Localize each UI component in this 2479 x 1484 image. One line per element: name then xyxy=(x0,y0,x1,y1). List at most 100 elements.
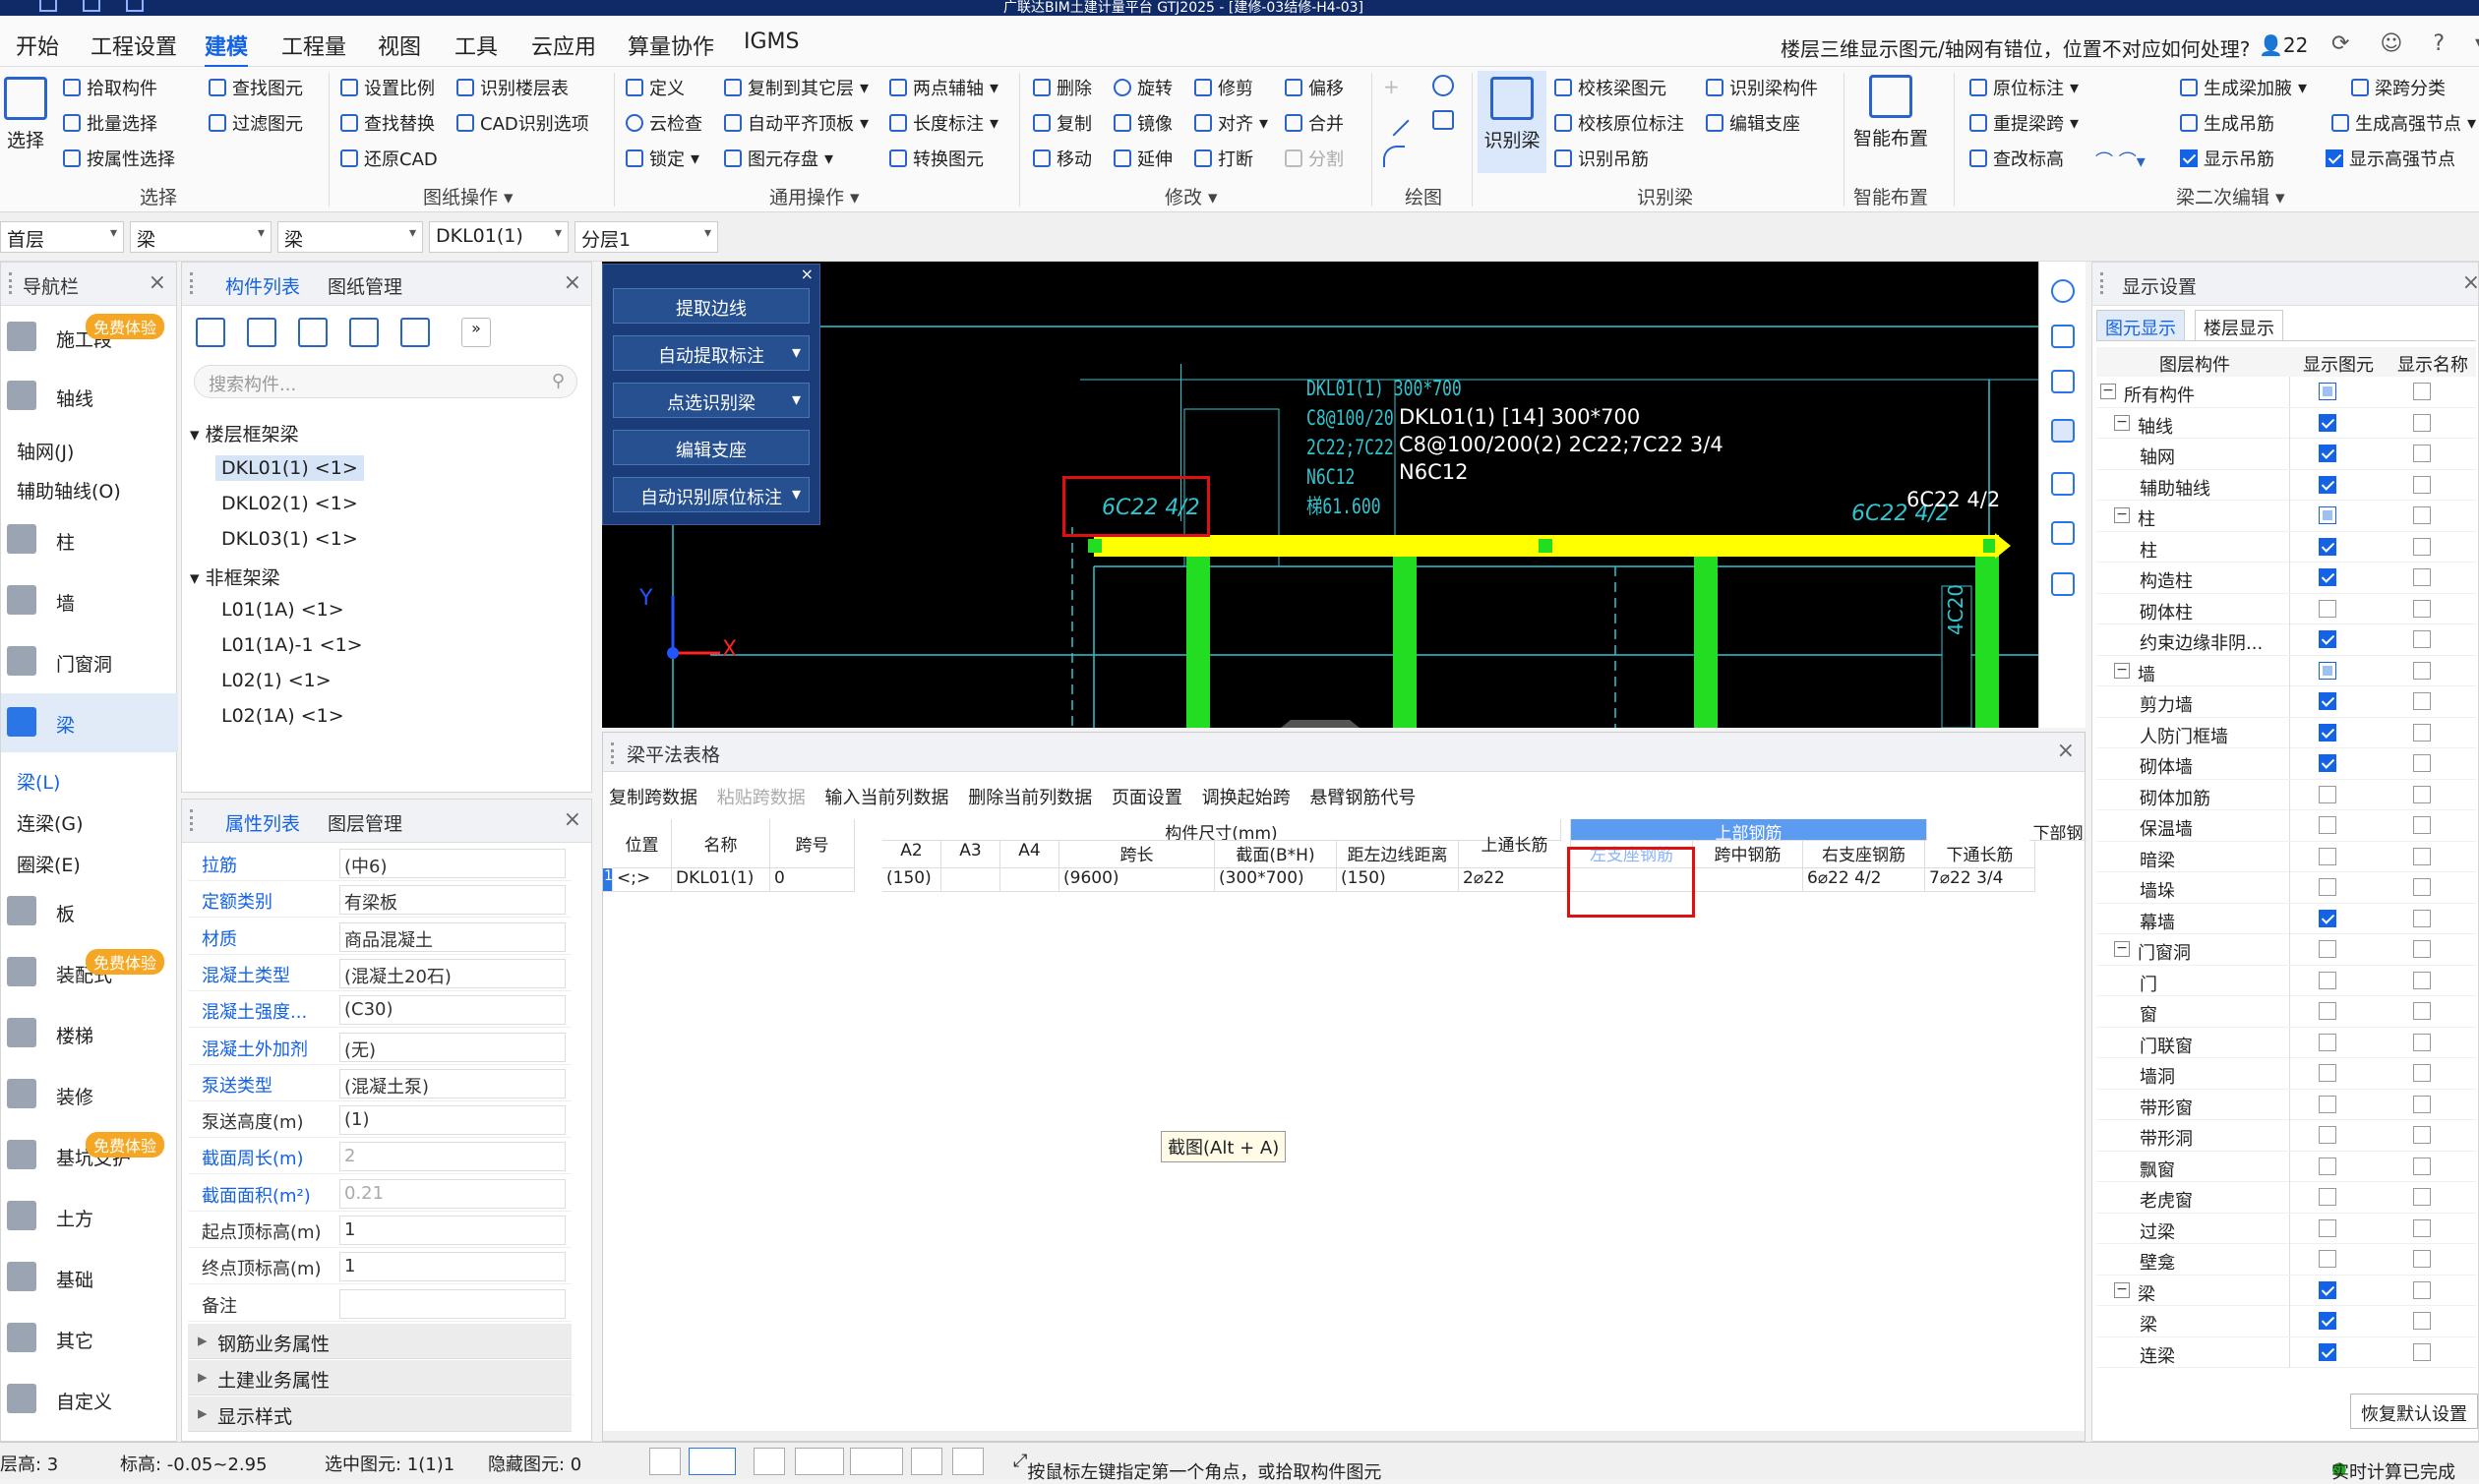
rotate-view-icon[interactable] xyxy=(2051,472,2075,496)
cell-name[interactable]: DKL01(1) xyxy=(672,868,770,892)
show-name-checkbox[interactable] xyxy=(2413,1188,2431,1206)
menu-view[interactable]: 视图 xyxy=(378,30,421,61)
copy-component-icon[interactable] xyxy=(247,318,276,347)
show-name-checkbox[interactable] xyxy=(2413,1312,2431,1330)
component-item-selected[interactable]: DKL01(1) <1> xyxy=(215,455,364,481)
in-place-annotation-button[interactable]: 原位标注 ▾ xyxy=(1969,75,2079,100)
nav-sub-coupling-beam[interactable]: 连梁(G) xyxy=(17,809,84,836)
copy-span-button[interactable]: 复制跨数据 xyxy=(609,788,697,808)
show-name-checkbox[interactable] xyxy=(2413,568,2431,586)
cell-left-distance[interactable]: (150) xyxy=(1337,868,1459,892)
component-item[interactable]: DKL03(1) <1> xyxy=(221,528,358,550)
property-value-field[interactable]: (中6) xyxy=(339,849,566,878)
tab-floor-display[interactable]: 楼层显示 xyxy=(2195,310,2283,341)
split-button[interactable]: 分割 xyxy=(1285,146,1344,171)
beam-grip-end[interactable] xyxy=(1983,539,1997,553)
merge-button[interactable]: 合并 xyxy=(1285,110,1344,136)
tab-element-display[interactable]: 图元显示 xyxy=(2096,310,2185,341)
offset-input-icon[interactable] xyxy=(850,1448,903,1475)
re-extract-span-button[interactable]: 重提梁跨 ▾ xyxy=(1969,110,2079,136)
collapse-toggle[interactable]: − xyxy=(2114,414,2130,431)
chevron-down-icon[interactable]: ▾ xyxy=(792,484,801,505)
delete-component-icon[interactable] xyxy=(298,318,328,347)
cell-bottom-through[interactable]: 7⌀22 3/4 xyxy=(1925,868,2035,892)
paste-span-button[interactable]: 粘贴跨数据 xyxy=(717,788,806,808)
cantilever-code-button[interactable]: 悬臂钢筋代号 xyxy=(1309,788,1416,808)
check-annotation-button[interactable]: 校核原位标注 xyxy=(1554,110,1684,136)
collapse-toggle[interactable]: − xyxy=(2114,507,2130,523)
delete-button[interactable]: 删除 xyxy=(1033,75,1092,100)
list-view-icon[interactable] xyxy=(2051,572,2075,596)
show-name-checkbox[interactable] xyxy=(2413,878,2431,896)
nav-item-stair[interactable]: 楼梯 xyxy=(1,1004,178,1063)
auto-extract-annotation-button[interactable]: 自动提取标注 ▾ xyxy=(613,335,810,371)
group-label-common[interactable]: 通用操作 ▾ xyxy=(769,183,860,209)
show-name-checkbox[interactable] xyxy=(2413,909,2431,927)
show-element-checkbox[interactable] xyxy=(2319,537,2336,556)
show-hs-node-checkbox[interactable]: 显示高强节点 xyxy=(2326,146,2455,171)
select-button[interactable]: 选择 xyxy=(4,77,47,152)
menu-tools[interactable]: 工具 xyxy=(454,30,498,61)
property-value-field[interactable] xyxy=(339,1288,566,1319)
nav-item-custom[interactable]: 自定义 xyxy=(1,1370,178,1429)
length-dim-button[interactable]: 长度标注 ▾ xyxy=(889,110,998,136)
show-element-checkbox[interactable] xyxy=(2319,1250,2336,1268)
point-icon[interactable]: + xyxy=(1383,75,1401,98)
menu-quantity[interactable]: 工程量 xyxy=(281,30,346,61)
property-value-field[interactable]: 0.21 xyxy=(339,1178,566,1209)
show-name-checkbox[interactable] xyxy=(2413,599,2431,618)
show-element-checkbox[interactable] xyxy=(2319,1342,2336,1361)
filter-element-button[interactable]: 过滤图元 xyxy=(209,110,303,136)
show-element-checkbox[interactable] xyxy=(2319,413,2336,432)
nav-sub-ring-beam[interactable]: 圈梁(E) xyxy=(17,851,81,877)
align-button[interactable]: 对齐 ▾ xyxy=(1194,110,1268,136)
show-name-checkbox[interactable] xyxy=(2413,847,2431,865)
smart-layout-button[interactable]: 智能布置 xyxy=(1849,75,1932,150)
cell-span[interactable]: 0 xyxy=(770,868,855,892)
show-name-checkbox[interactable] xyxy=(2413,1157,2431,1175)
property-value-field[interactable]: (1) xyxy=(339,1105,566,1136)
grip-icon[interactable] xyxy=(2100,272,2108,294)
property-value-field[interactable]: 1 xyxy=(339,1216,566,1245)
group-label-drawing[interactable]: 图纸操作 ▾ xyxy=(423,183,514,209)
grip-icon[interactable] xyxy=(611,742,619,764)
menu-modeling[interactable]: 建模 xyxy=(205,30,249,68)
property-value-field[interactable]: (C30) xyxy=(339,995,566,1026)
edit-support-float-button[interactable]: 编辑支座 xyxy=(613,430,810,465)
show-element-checkbox[interactable] xyxy=(2319,1157,2336,1175)
nav-item-other[interactable]: 其它 xyxy=(1,1309,178,1368)
circle-icon[interactable] xyxy=(1432,75,1454,96)
new-component-icon[interactable] xyxy=(196,318,225,347)
beam-grip-mid[interactable] xyxy=(1539,539,1552,553)
delete-column-button[interactable]: 删除当前列数据 xyxy=(968,788,1092,808)
show-name-checkbox[interactable] xyxy=(2413,692,2431,710)
show-element-checkbox[interactable] xyxy=(2319,909,2336,927)
cell-top-through[interactable]: 2⌀22 xyxy=(1459,868,1571,892)
show-element-checkbox[interactable] xyxy=(2319,1064,2336,1082)
component-dropdown[interactable]: DKL01(1) xyxy=(429,221,569,253)
find-replace-button[interactable]: 查找替换 xyxy=(340,110,435,136)
close-icon[interactable]: × xyxy=(801,265,814,283)
component-item[interactable]: L01(1A) <1> xyxy=(221,599,344,621)
select-by-attr-button[interactable]: 按属性选择 xyxy=(63,146,175,171)
component-item[interactable]: L02(1A) <1> xyxy=(221,705,344,727)
help-search[interactable]: 楼层三维显示图元/轴网有错位，位置不对应如何处理? xyxy=(1781,33,2253,65)
component-item[interactable]: L01(1A)-1 <1> xyxy=(221,634,363,656)
swap-start-span-button[interactable]: 调换起始跨 xyxy=(1202,788,1291,808)
show-element-checkbox[interactable] xyxy=(2319,1126,2336,1144)
show-name-checkbox[interactable] xyxy=(2413,1095,2431,1113)
auto-align-slab-button[interactable]: 自动平齐顶板 ▾ xyxy=(724,110,869,136)
rectangle-icon[interactable] xyxy=(1432,110,1454,130)
group-label-modify[interactable]: 修改 ▾ xyxy=(1165,183,1218,209)
nav-item-earth[interactable]: 土方 xyxy=(1,1187,178,1246)
ortho-icon[interactable] xyxy=(649,1448,681,1475)
show-name-checkbox[interactable] xyxy=(2413,940,2431,958)
orbit-icon[interactable] xyxy=(2051,279,2075,303)
property-value-field[interactable]: (混凝土泵) xyxy=(339,1068,566,1098)
dynamic-input-icon[interactable] xyxy=(911,1448,942,1475)
property-group[interactable]: ▸ 土建业务属性 xyxy=(188,1359,572,1395)
collapse-toggle[interactable]: − xyxy=(2114,1281,2130,1298)
nav-sub-axis-grid[interactable]: 轴网(J) xyxy=(17,438,74,464)
property-value-field[interactable]: 有梁板 xyxy=(339,885,566,916)
nav-item-decor[interactable]: 装修 xyxy=(1,1065,178,1124)
